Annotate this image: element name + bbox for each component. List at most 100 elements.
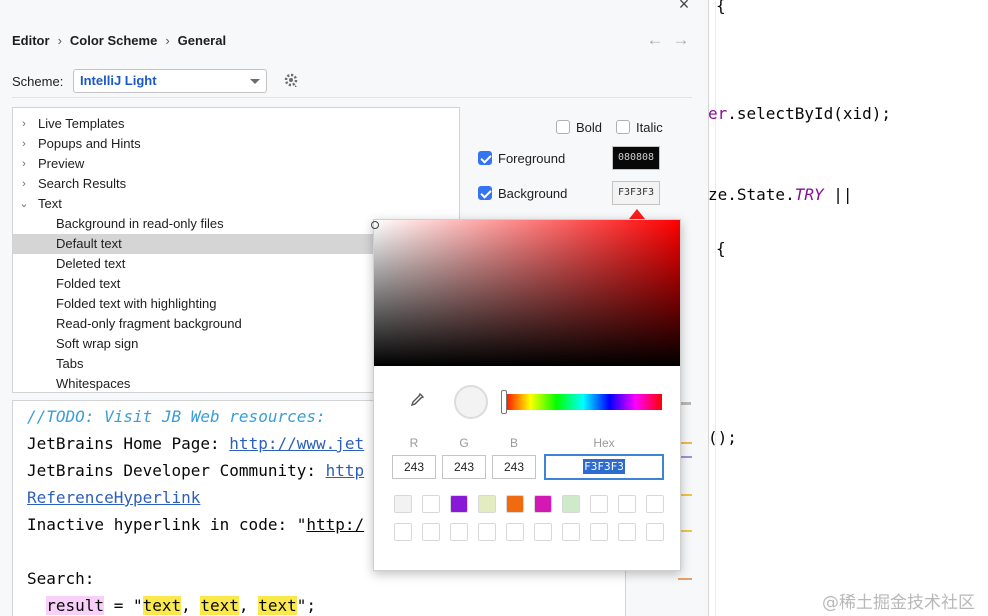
hue-slider-thumb[interactable] (501, 390, 507, 414)
back-arrow-icon[interactable]: ← (645, 30, 665, 50)
breadcrumb-editor[interactable]: Editor (12, 33, 50, 48)
b-label: B (509, 436, 518, 450)
scheme-dropdown[interactable]: IntelliJ Light (73, 69, 267, 93)
tree-item[interactable]: › Live Templates (13, 114, 459, 134)
code-field-name: er (708, 104, 728, 123)
recent-color-swatch[interactable] (506, 523, 524, 541)
bold-checkbox[interactable] (556, 120, 570, 134)
divider (12, 97, 692, 98)
code-method-call: .selectById(xid); (727, 104, 892, 123)
b-input[interactable]: 243 (492, 455, 536, 479)
close-button[interactable]: × (672, 0, 696, 15)
tree-item[interactable]: › Search Results (13, 174, 459, 194)
tree-item-label: Tabs (56, 356, 84, 371)
chevron-down-icon (250, 79, 260, 84)
tree-item-label: Text (38, 196, 62, 211)
preview-comma: , (238, 596, 259, 615)
hex-input[interactable]: F3F3F3 (544, 454, 664, 480)
recent-color-swatch[interactable] (562, 523, 580, 541)
code-operator: || (823, 185, 853, 204)
tree-item-label: Default text (56, 236, 122, 251)
preview-result-var: result (46, 596, 105, 615)
preview-home-text: JetBrains Home Page: (27, 434, 230, 453)
breadcrumb-general[interactable]: General (178, 33, 226, 48)
recent-color-swatch[interactable] (646, 523, 664, 541)
recent-color-swatch[interactable] (618, 523, 636, 541)
scheme-value: IntelliJ Light (80, 73, 157, 88)
tree-item-label: Whitespaces (56, 376, 131, 391)
tree-item-label: Deleted text (56, 256, 126, 271)
recent-color-swatch[interactable] (478, 523, 496, 541)
code-editor[interactable] (708, 0, 988, 616)
r-input[interactable]: 243 (392, 455, 436, 479)
hue-slider[interactable] (504, 394, 662, 410)
color-preview-circle (454, 385, 488, 419)
tree-item[interactable]: › Preview (13, 154, 459, 174)
tree-item[interactable]: › Popups and Hints (13, 134, 459, 154)
preview-community-link[interactable]: http (326, 461, 365, 480)
g-input[interactable]: 243 (442, 455, 486, 479)
recent-color-swatch[interactable] (646, 495, 664, 513)
picker-pointer (629, 209, 645, 219)
tree-item-label: Preview (38, 156, 85, 171)
italic-label: Italic (636, 120, 663, 135)
bold-label: Bold (576, 120, 603, 135)
italic-checkbox[interactable] (616, 120, 630, 134)
preview-home-link[interactable]: http://www.jet (229, 434, 364, 453)
breadcrumb-separator: › (165, 33, 170, 48)
recent-color-swatch[interactable] (478, 495, 496, 513)
preview-search-match: text (258, 596, 297, 615)
tree-item-label: Search Results (38, 176, 127, 191)
chevron-right-icon[interactable]: › (19, 154, 29, 174)
background-checkbox[interactable] (478, 186, 492, 200)
preview-ref-line: ReferenceHyperlink (27, 488, 200, 507)
tree-item-label: Soft wrap sign (56, 336, 139, 351)
tree-item[interactable]: ⌄ Text (13, 194, 459, 214)
code-enum-constant: TRY (794, 185, 824, 204)
foreground-checkbox[interactable] (478, 151, 492, 165)
preview-inactive-text: Inactive hyperlink in code: " (27, 515, 307, 534)
chevron-right-icon[interactable]: › (19, 134, 29, 154)
recent-color-swatch[interactable] (450, 523, 468, 541)
preview-todo-comment: //TODO: Visit JB Web resources: (27, 407, 326, 426)
recent-color-swatch[interactable] (422, 523, 440, 541)
recent-color-swatch[interactable] (422, 495, 440, 513)
chevron-right-icon[interactable]: › (19, 114, 29, 134)
watermark: @稀土掘金技术社区 (822, 593, 975, 613)
breadcrumb: Editor › Color Scheme › General (12, 33, 226, 48)
tree-item-label: Read-only fragment background (56, 316, 242, 331)
recent-color-swatch[interactable] (534, 495, 552, 513)
recent-color-swatch[interactable] (394, 523, 412, 541)
recent-color-swatch[interactable] (590, 523, 608, 541)
gradient-marker[interactable] (371, 221, 379, 229)
g-label: G (459, 436, 469, 450)
scheme-label: Scheme: (12, 74, 64, 89)
chevron-right-icon[interactable]: › (19, 174, 29, 194)
tree-item-label: Background in read-only files (56, 216, 224, 231)
gear-icon[interactable] (282, 72, 300, 90)
foreground-color-swatch[interactable]: 080808 (612, 146, 660, 170)
preview-result-eq: = " (104, 596, 143, 615)
tree-item-label: Live Templates (38, 116, 125, 131)
recent-color-swatch[interactable] (506, 495, 524, 513)
breadcrumb-color-scheme[interactable]: Color Scheme (70, 33, 157, 48)
recent-color-swatch[interactable] (450, 495, 468, 513)
background-label: Background (498, 186, 568, 201)
preview-inactive-link: http:/ (306, 515, 365, 534)
recent-color-swatch[interactable] (562, 495, 580, 513)
forward-arrow-icon[interactable]: → (671, 30, 691, 50)
saturation-brightness-area[interactable] (371, 220, 680, 366)
recent-color-swatch[interactable] (534, 523, 552, 541)
preview-community-text: JetBrains Developer Community: (27, 461, 326, 480)
recent-color-swatch[interactable] (618, 495, 636, 513)
eyedropper-icon[interactable] (408, 392, 426, 410)
recent-color-swatch[interactable] (590, 495, 608, 513)
preview-home-line: JetBrains Home Page: http://www.jet (27, 434, 364, 453)
preview-comma: , (181, 596, 201, 615)
preview-reference-link[interactable]: ReferenceHyperlink (27, 488, 200, 507)
recent-color-swatch[interactable] (394, 495, 412, 513)
preview-result-line: result = "text, text, text"; (27, 596, 316, 615)
preview-inactive-line: Inactive hyperlink in code: "http:/ (27, 515, 364, 534)
chevron-down-icon[interactable]: ⌄ (19, 194, 29, 214)
background-color-swatch[interactable]: F3F3F3 (612, 181, 660, 205)
